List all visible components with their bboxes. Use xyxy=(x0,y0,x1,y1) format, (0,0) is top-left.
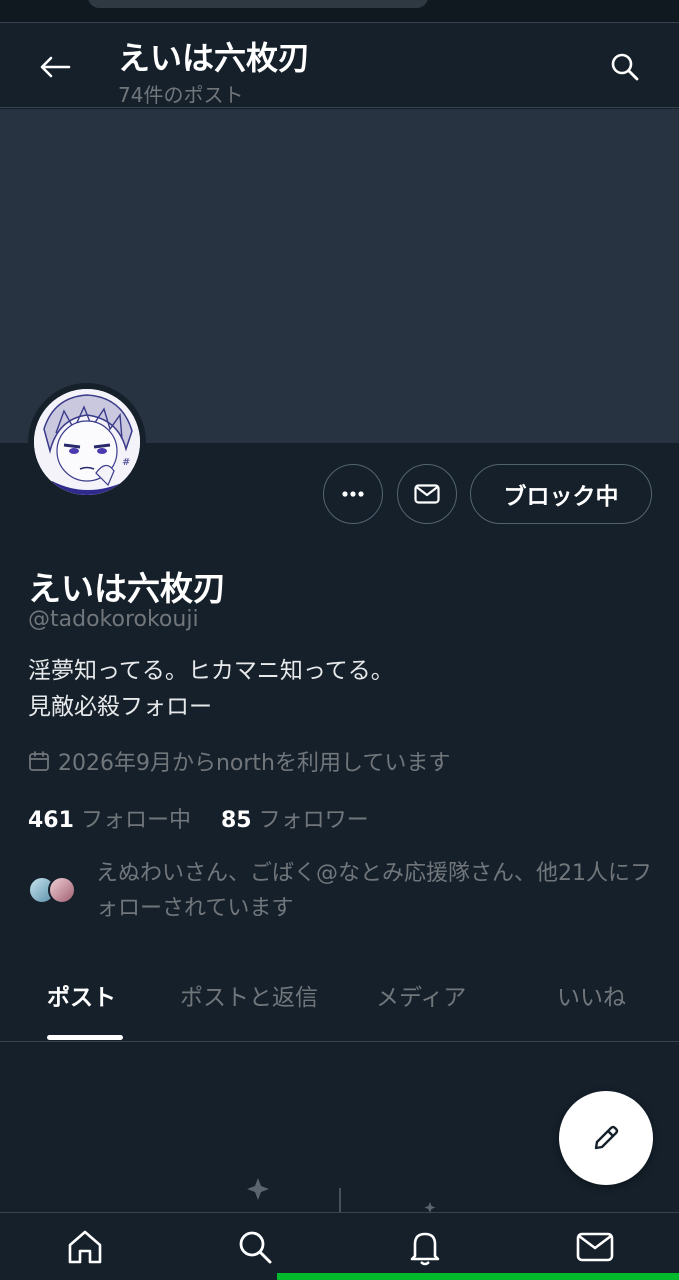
nav-messages[interactable] xyxy=(567,1223,623,1271)
followers-label: フォロワー xyxy=(258,808,369,833)
following-link[interactable]: 461 フォロー中 xyxy=(28,808,191,833)
envelope-icon xyxy=(414,484,440,504)
home-icon xyxy=(68,1230,102,1264)
joined-text: 2026年9月からnorthを利用しています xyxy=(58,751,451,776)
nav-search[interactable] xyxy=(227,1223,283,1271)
joined-date: 2026年9月からnorthを利用しています xyxy=(28,745,450,777)
back-button[interactable] xyxy=(30,45,80,89)
nav-notifications[interactable] xyxy=(397,1223,453,1271)
follow-stats: 461 フォロー中 85 フォロワー xyxy=(28,802,369,834)
avatar xyxy=(48,876,76,904)
header-title: えいは六枚刃 xyxy=(118,39,311,77)
blocked-button[interactable]: ブロック中 xyxy=(470,464,652,524)
bell-icon xyxy=(410,1232,440,1266)
bio-line: 見敵必殺フォロー xyxy=(28,694,212,720)
bottom-navigation xyxy=(0,1212,679,1280)
top-bar: えいは六枚刃 74件のポスト xyxy=(0,22,679,108)
followed-by-text: えぬわいさん、ごばく@なとみ応援隊さん、他21人にフォローされています xyxy=(96,861,652,921)
search-icon xyxy=(611,53,639,81)
more-options-button[interactable] xyxy=(323,464,383,524)
back-arrow-icon xyxy=(40,56,71,78)
active-tab-indicator xyxy=(47,1035,123,1040)
nav-home[interactable] xyxy=(57,1223,113,1271)
avatar-illustration: # xyxy=(34,389,140,495)
profile-avatar[interactable]: # xyxy=(28,383,146,501)
tab-media[interactable]: メディア xyxy=(376,978,466,1012)
envelope-icon xyxy=(576,1232,614,1262)
followers-count: 85 xyxy=(220,808,252,833)
post-count: 74件のポスト xyxy=(118,83,244,107)
tab-posts[interactable]: ポスト xyxy=(47,978,116,1012)
profile-bio: 淫夢知ってる。ヒカマニ知ってる。 見敵必殺フォロー xyxy=(28,653,394,725)
profile-handle: @tadokorokouji xyxy=(28,607,199,632)
system-progress-bar xyxy=(277,1273,679,1280)
pencil-icon xyxy=(594,1125,619,1150)
search-icon xyxy=(239,1231,272,1264)
tab-likes[interactable]: いいね xyxy=(557,978,626,1012)
mutual-avatars xyxy=(28,876,84,908)
profile-tabs: ポスト ポストと返信 メディア いいね xyxy=(0,958,679,1042)
svg-text:#: # xyxy=(122,457,130,468)
message-button[interactable] xyxy=(397,464,457,524)
more-dots-icon xyxy=(342,491,364,497)
camera-cutout xyxy=(88,0,428,8)
status-bar xyxy=(0,0,679,22)
profile-name: えいは六枚刃 xyxy=(28,569,226,608)
tab-posts-and-replies[interactable]: ポストと返信 xyxy=(180,978,318,1012)
following-count: 461 xyxy=(28,808,74,833)
following-label: フォロー中 xyxy=(80,808,191,833)
compose-post-button[interactable] xyxy=(559,1091,653,1185)
followers-link[interactable]: 85 フォロワー xyxy=(221,808,369,833)
calendar-icon xyxy=(29,751,49,771)
bio-line: 淫夢知ってる。ヒカマニ知ってる。 xyxy=(28,658,394,684)
header-search-button[interactable] xyxy=(600,45,650,89)
